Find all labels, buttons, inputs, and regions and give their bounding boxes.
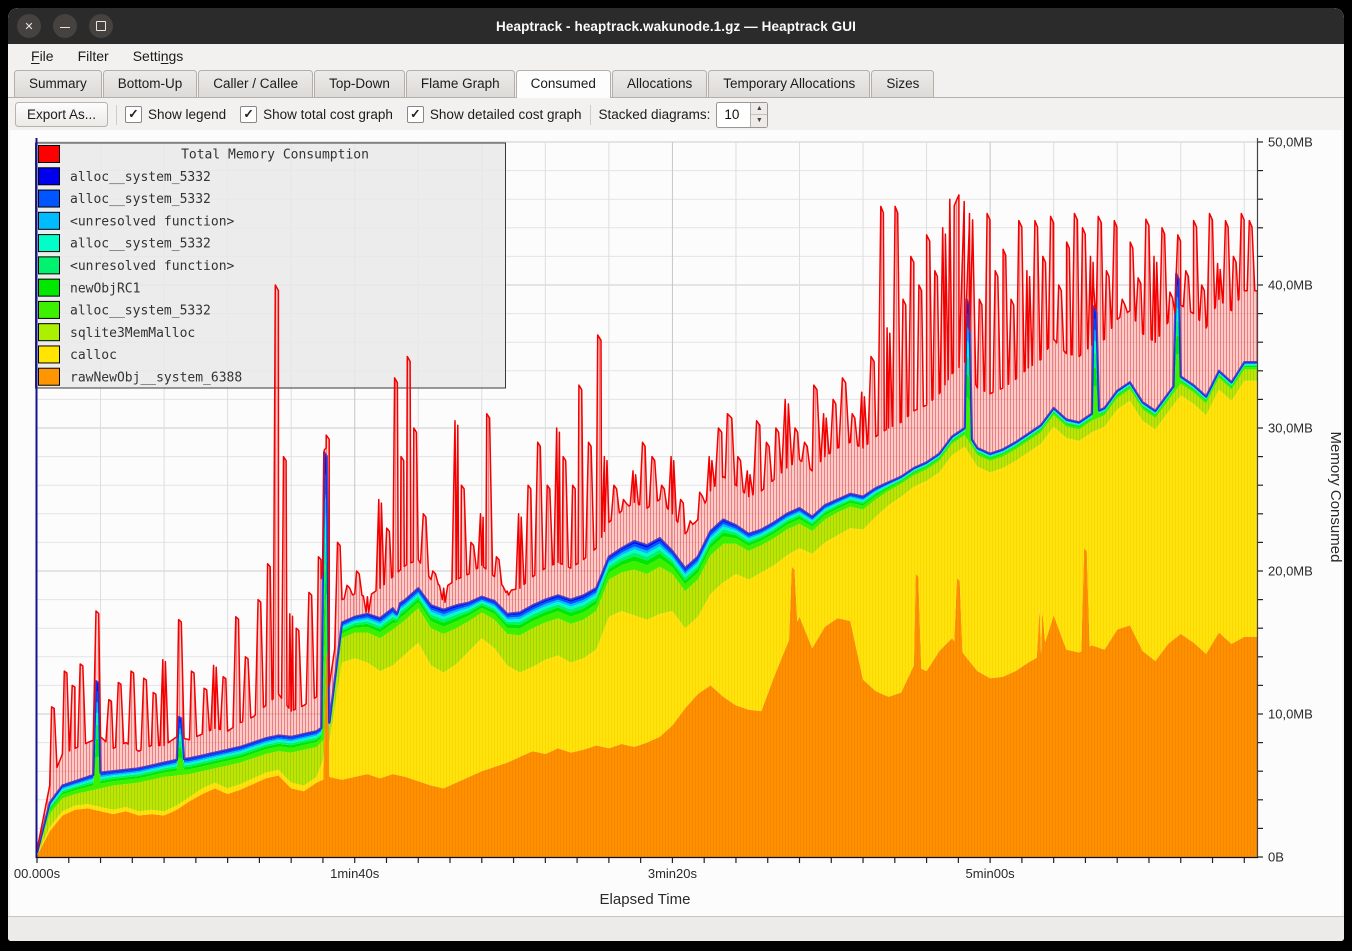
- checkbox-show-detailed-cost-graph[interactable]: ✓ Show detailed cost graph: [407, 106, 582, 123]
- tab-bar: SummaryBottom-UpCaller / CalleeTop-DownF…: [8, 69, 1344, 98]
- checkbox-show-legend[interactable]: ✓ Show legend: [125, 106, 226, 123]
- legend-swatch: [39, 190, 60, 207]
- checkbox-label: Show total cost graph: [263, 107, 393, 122]
- legend-item-label: alloc__system_5332: [70, 237, 211, 252]
- legend-swatch: [39, 279, 60, 296]
- y-tick-label: 40,0MB: [1268, 278, 1313, 293]
- chart-legend: Total Memory Consumption alloc__system_53…: [36, 143, 506, 388]
- legend-item-label: calloc: [70, 348, 117, 363]
- tab-bottom-up[interactable]: Bottom-Up: [103, 70, 198, 97]
- stacked-diagrams-value: 10: [717, 103, 750, 127]
- checkbox-check-icon: ✓: [240, 106, 257, 123]
- legend-swatch: [39, 301, 60, 318]
- toolbar: Export As... ✓ Show legend ✓ Show total cos…: [8, 98, 1344, 131]
- legend-swatch: [39, 168, 60, 185]
- legend-item-label: <unresolved function>: [70, 214, 235, 229]
- checkbox-label: Show legend: [148, 107, 226, 122]
- legend-swatch: [39, 146, 60, 163]
- x-tick-label: 5min00s: [966, 866, 1016, 881]
- x-tick-label: 00.000s: [14, 866, 61, 881]
- y-tick-label: 30,0MB: [1268, 421, 1313, 436]
- legend-swatch: [39, 346, 60, 363]
- stacked-diagrams-spinner[interactable]: 10 ▲ ▼: [716, 102, 768, 128]
- legend-item-label: alloc__system_5332: [70, 170, 211, 185]
- legend-swatch: [39, 368, 60, 385]
- x-tick-label: 1min40s: [330, 866, 380, 881]
- tab-top-down[interactable]: Top-Down: [314, 70, 405, 97]
- heaptrack-window: ✕ Heaptrack - heaptrack.wakunode.1.gz — …: [8, 8, 1344, 941]
- legend-item-label: rawNewObj__system_6388: [70, 370, 242, 385]
- legend-item-label: <unresolved function>: [70, 259, 235, 274]
- y-axis-title: Memory Consumed: [1327, 432, 1342, 563]
- x-tick-label: 3min20s: [648, 866, 698, 881]
- menu-filter[interactable]: Filter: [66, 46, 121, 67]
- menu-bar: FileFilterSettings: [8, 44, 1344, 69]
- y-tick-label: 50,0MB: [1268, 135, 1313, 150]
- stacked-diagrams-label: Stacked diagrams:: [599, 107, 711, 122]
- legend-item-label: sqlite3MemMalloc: [70, 326, 195, 341]
- tab-summary[interactable]: Summary: [14, 70, 102, 97]
- y-tick-label: 20,0MB: [1268, 564, 1313, 579]
- checkbox-check-icon: ✓: [407, 106, 424, 123]
- export-as-button[interactable]: Export As...: [15, 102, 108, 127]
- x-axis-title: Elapsed Time: [600, 891, 691, 908]
- minimize-icon[interactable]: [53, 14, 77, 38]
- legend-swatch: [39, 257, 60, 274]
- tab-temporary-allocations[interactable]: Temporary Allocations: [708, 70, 870, 97]
- checkbox-check-icon: ✓: [125, 106, 142, 123]
- legend-item-label: newObjRC1: [70, 281, 140, 296]
- checkbox-show-total-cost-graph[interactable]: ✓ Show total cost graph: [240, 106, 393, 123]
- menu-file[interactable]: File: [19, 46, 66, 67]
- legend-title: Total Memory Consumption: [181, 148, 369, 163]
- y-tick-label: 0B: [1268, 850, 1284, 865]
- spinner-up-icon[interactable]: ▲: [751, 103, 767, 116]
- toolbar-separator: [116, 105, 117, 125]
- memory-consumption-chart[interactable]: Total Memory Consumption alloc__system_53…: [10, 130, 1342, 917]
- spinner-down-icon[interactable]: ▼: [751, 115, 767, 127]
- status-bar: [8, 916, 1344, 941]
- checkbox-label: Show detailed cost graph: [430, 107, 582, 122]
- legend-item-label: alloc__system_5332: [70, 304, 211, 319]
- close-icon[interactable]: ✕: [17, 14, 41, 38]
- legend-swatch: [39, 324, 60, 341]
- legend-item-label: alloc__system_5332: [70, 192, 211, 207]
- maximize-icon[interactable]: [89, 14, 113, 38]
- tab-caller-callee[interactable]: Caller / Callee: [198, 70, 313, 97]
- title-bar[interactable]: ✕ Heaptrack - heaptrack.wakunode.1.gz — …: [8, 8, 1344, 44]
- window-title: Heaptrack - heaptrack.wakunode.1.gz — He…: [496, 19, 856, 34]
- toolbar-separator: [590, 105, 591, 125]
- legend-swatch: [39, 235, 60, 252]
- legend-swatch: [39, 212, 60, 229]
- tab-sizes[interactable]: Sizes: [871, 70, 934, 97]
- tab-allocations[interactable]: Allocations: [612, 70, 707, 97]
- y-tick-label: 10,0MB: [1268, 707, 1313, 722]
- tab-flame-graph[interactable]: Flame Graph: [406, 70, 515, 97]
- consumed-chart-panel: Total Memory Consumption alloc__system_53…: [10, 130, 1342, 917]
- tab-consumed[interactable]: Consumed: [516, 70, 611, 98]
- menu-settings[interactable]: Settings: [121, 46, 196, 67]
